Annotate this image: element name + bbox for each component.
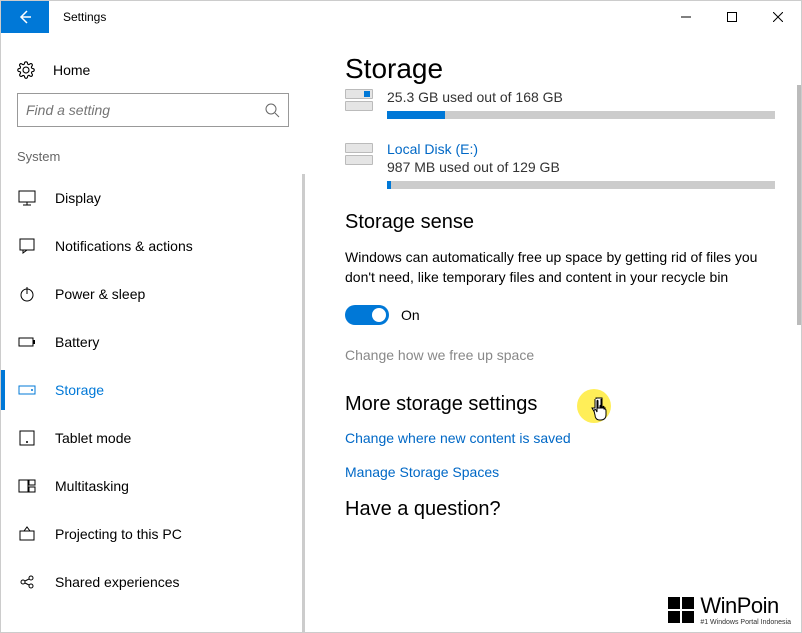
search-input[interactable] bbox=[26, 102, 264, 118]
watermark-brand: WinPoin bbox=[700, 593, 791, 619]
usage-bar bbox=[387, 181, 775, 189]
change-content-saved-link[interactable]: Change where new content is saved bbox=[345, 430, 775, 446]
usage-bar bbox=[387, 111, 775, 119]
home-button[interactable]: Home bbox=[1, 53, 305, 93]
watermark-tagline: #1 Windows Portal Indonesia bbox=[700, 619, 791, 626]
sidebar: Home System Display Notifications & acti… bbox=[1, 33, 305, 632]
main-panel: Storage This PC (C:) 25.3 GB used out of… bbox=[305, 33, 801, 632]
toggle-label: On bbox=[401, 307, 420, 323]
change-free-up-link[interactable]: Change how we free up space bbox=[345, 347, 775, 363]
storage-icon bbox=[17, 380, 37, 400]
shared-icon bbox=[17, 572, 37, 592]
drive-usage: 987 MB used out of 129 GB bbox=[387, 159, 775, 175]
storage-sense-toggle[interactable] bbox=[345, 305, 389, 325]
drive-usage: 25.3 GB used out of 168 GB bbox=[387, 89, 775, 105]
drive-e[interactable]: Local Disk (E:) 987 MB used out of 129 G… bbox=[345, 141, 775, 189]
search-box[interactable] bbox=[17, 93, 289, 127]
titlebar: Settings bbox=[1, 1, 801, 33]
gear-icon bbox=[17, 61, 35, 79]
nav-item-battery[interactable]: Battery bbox=[1, 318, 305, 366]
manage-storage-spaces-link[interactable]: Manage Storage Spaces bbox=[345, 464, 775, 480]
nav-label: Display bbox=[55, 190, 101, 206]
storage-sense-title: Storage sense bbox=[345, 211, 775, 234]
search-icon bbox=[264, 102, 280, 118]
watermark-logo-icon bbox=[668, 597, 694, 623]
close-button[interactable] bbox=[755, 1, 801, 33]
nav-item-tablet[interactable]: Tablet mode bbox=[1, 414, 305, 462]
storage-sense-toggle-row: On bbox=[345, 305, 775, 325]
maximize-button[interactable] bbox=[709, 1, 755, 33]
group-label: System bbox=[1, 149, 305, 174]
battery-icon bbox=[17, 332, 37, 352]
notifications-icon bbox=[17, 236, 37, 256]
storage-sense-description: Windows can automatically free up space … bbox=[345, 248, 775, 287]
power-icon bbox=[17, 284, 37, 304]
nav-label: Storage bbox=[55, 382, 104, 398]
more-settings-title: More storage settings bbox=[345, 393, 775, 416]
have-question-title: Have a question? bbox=[345, 498, 775, 521]
nav-item-notifications[interactable]: Notifications & actions bbox=[1, 222, 305, 270]
drive-c[interactable]: This PC (C:) 25.3 GB used out of 168 GB bbox=[345, 87, 775, 119]
minimize-button[interactable] bbox=[663, 1, 709, 33]
nav-item-power[interactable]: Power & sleep bbox=[1, 270, 305, 318]
display-icon bbox=[17, 188, 37, 208]
multitasking-icon bbox=[17, 476, 37, 496]
projecting-icon bbox=[17, 524, 37, 544]
nav-label: Notifications & actions bbox=[55, 238, 193, 254]
nav-item-multitasking[interactable]: Multitasking bbox=[1, 462, 305, 510]
tablet-icon bbox=[17, 428, 37, 448]
watermark: WinPoin #1 Windows Portal Indonesia bbox=[668, 593, 791, 626]
nav-label: Tablet mode bbox=[55, 430, 131, 446]
window-controls bbox=[663, 1, 801, 33]
drive-icon bbox=[345, 89, 373, 117]
nav-label: Multitasking bbox=[55, 478, 129, 494]
nav-item-projecting[interactable]: Projecting to this PC bbox=[1, 510, 305, 558]
back-button[interactable] bbox=[1, 1, 49, 33]
nav-item-display[interactable]: Display bbox=[1, 174, 305, 222]
drive-name: Local Disk (E:) bbox=[387, 141, 775, 157]
home-label: Home bbox=[53, 62, 90, 78]
nav-list: Display Notifications & actions Power & … bbox=[1, 174, 305, 632]
nav-label: Battery bbox=[55, 334, 99, 350]
nav-label: Projecting to this PC bbox=[55, 526, 182, 542]
drive-icon bbox=[345, 143, 373, 171]
pointer-cursor-icon bbox=[591, 399, 609, 421]
main-scrollbar[interactable] bbox=[795, 33, 801, 632]
nav-label: Shared experiences bbox=[55, 574, 180, 590]
nav-label: Power & sleep bbox=[55, 286, 145, 302]
window-title: Settings bbox=[49, 1, 663, 33]
page-title: Storage bbox=[345, 53, 775, 85]
arrow-left-icon bbox=[17, 9, 33, 25]
nav-item-shared[interactable]: Shared experiences bbox=[1, 558, 305, 606]
nav-item-storage[interactable]: Storage bbox=[1, 366, 305, 414]
